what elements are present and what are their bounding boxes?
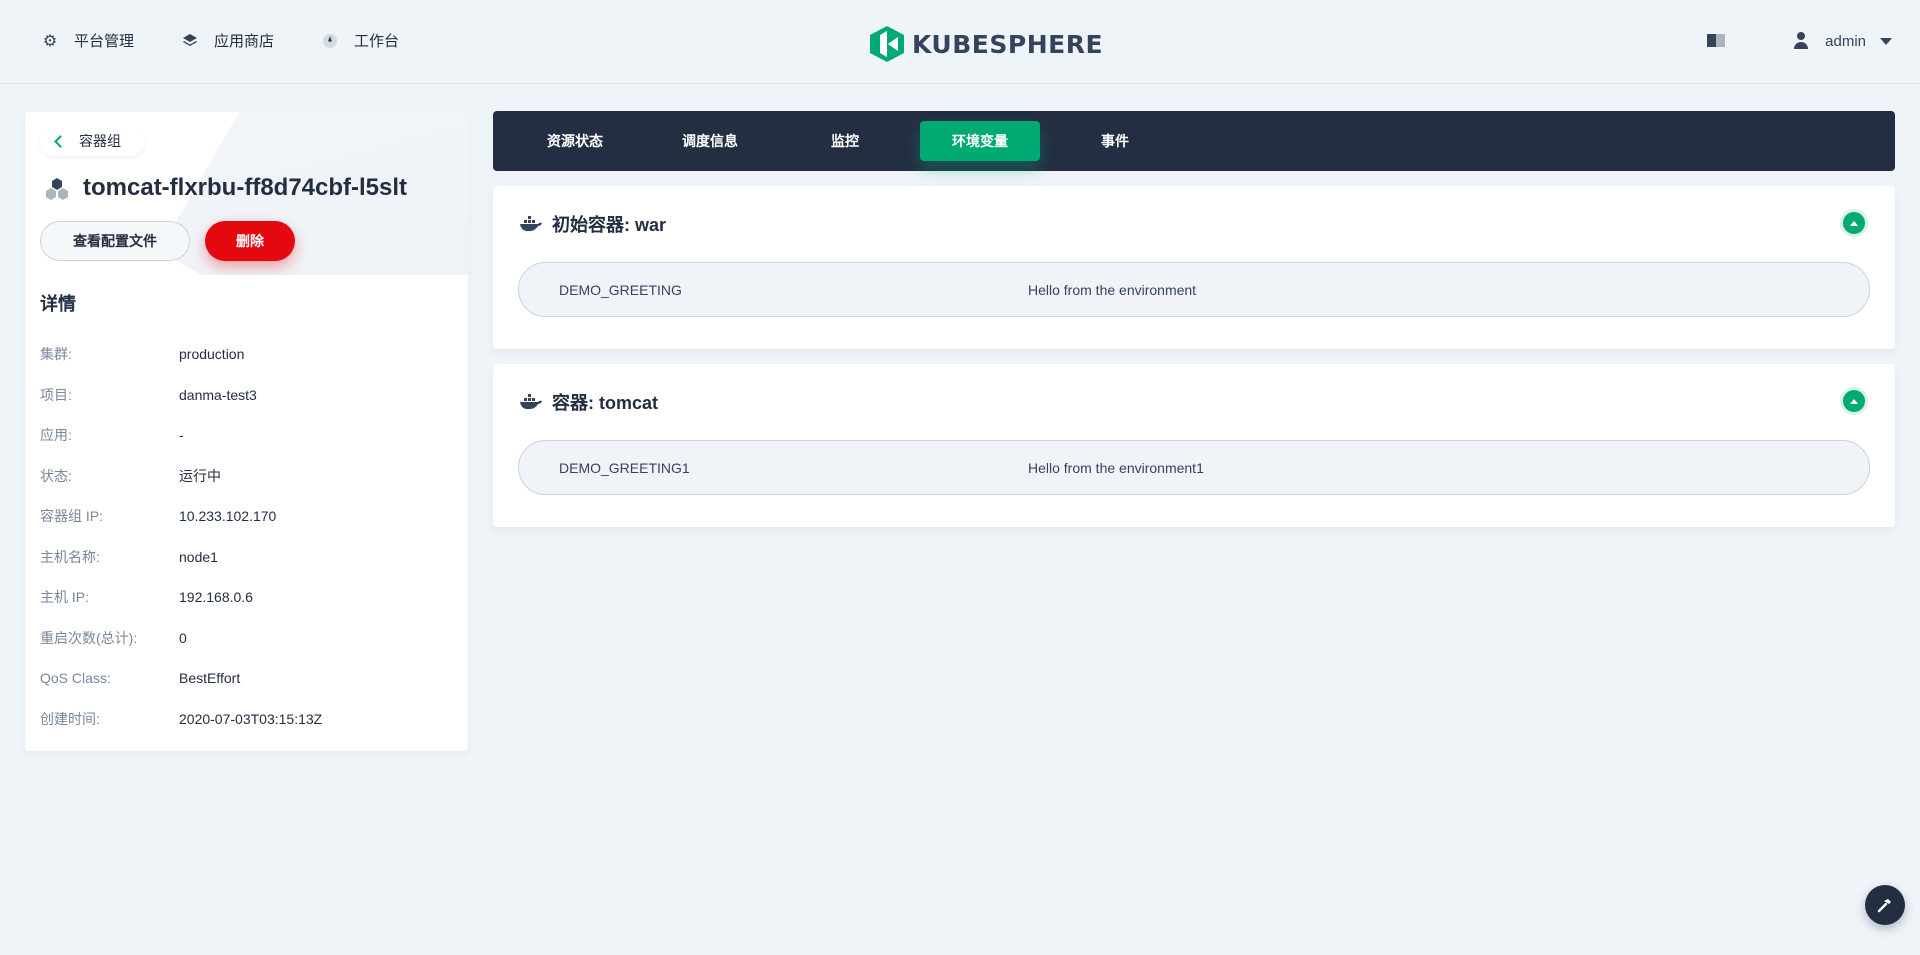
detail-row: 主机名称: node1 [40, 537, 460, 578]
chevron-up-icon [1850, 220, 1858, 226]
top-navigation-bar: ⚙ 平台管理 应用商店 工作台 KUBESPHERE admin [0, 0, 1920, 84]
nav-left: ⚙ 平台管理 应用商店 工作台 [40, 30, 445, 51]
kubesphere-logo[interactable]: KUBESPHERE [870, 26, 1103, 62]
tab-resource-status[interactable]: 资源状态 [515, 121, 635, 161]
kubesphere-logo-icon [870, 26, 904, 62]
docker-icon [520, 394, 542, 410]
back-button[interactable]: 容器组 [40, 126, 145, 156]
toolbox-button[interactable] [1865, 885, 1905, 925]
detail-value: production [179, 346, 245, 363]
collapse-button[interactable] [1843, 212, 1865, 234]
detail-key: 重启次数(总计): [40, 629, 138, 646]
detail-value: 2020-07-03T03:15:13Z [179, 710, 323, 727]
detail-row: 容器组 IP: 10.233.102.170 [40, 496, 460, 537]
view-config-button[interactable]: 查看配置文件 [40, 221, 190, 261]
detail-value: danma-test3 [179, 386, 257, 403]
detail-row: 重启次数(总计): 0 [40, 618, 460, 659]
pod-name: tomcat-flxrbu-ff8d74cbf-l5slt [83, 174, 408, 201]
env-name: DEMO_GREETING1 [559, 459, 690, 476]
pod-icon [46, 178, 68, 200]
panel-header: 初始容器: war [493, 186, 1895, 262]
detail-key: 容器组 IP: [40, 508, 104, 525]
pod-detail-header: 容器组 tomcat-flxrbu-ff8d74cbf-l5slt 查看配置文件… [25, 112, 468, 275]
detail-value: node1 [179, 548, 218, 565]
detail-row: 创建时间: 2020-07-03T03:15:13Z [40, 699, 460, 740]
detail-key: 主机 IP: [40, 589, 90, 606]
container-panel-init-war: 初始容器: war DEMO_GREETING Hello from the e… [493, 186, 1895, 349]
pod-actions: 查看配置文件 删除 [40, 221, 295, 261]
layers-icon [180, 31, 200, 51]
tab-environment-variables[interactable]: 环境变量 [920, 121, 1040, 161]
detail-value: - [179, 427, 184, 444]
env-variable-row: DEMO_GREETING Hello from the environment [518, 262, 1870, 317]
detail-row: 应用: - [40, 415, 460, 456]
nav-label: 平台管理 [74, 33, 135, 50]
details-title: 详情 [40, 294, 76, 314]
details-list: 集群: production 项目: danma-test3 应用: - 状态: 运行中… [40, 334, 460, 739]
compass-icon [320, 31, 340, 51]
chevron-left-icon [54, 134, 67, 148]
nav-label: 应用商店 [214, 33, 275, 50]
back-label: 容器组 [79, 133, 121, 149]
container-panel-tomcat: 容器: tomcat DEMO_GREETING1 Hello from the… [493, 364, 1895, 527]
user-menu[interactable]: admin [1793, 32, 1892, 50]
docker-icon [520, 216, 542, 232]
pod-detail-card: 容器组 tomcat-flxrbu-ff8d74cbf-l5slt 查看配置文件… [25, 112, 468, 751]
pod-title: tomcat-flxrbu-ff8d74cbf-l5slt [45, 174, 407, 202]
detail-row: 集群: production [40, 334, 460, 375]
gear-icon: ⚙ [42, 32, 58, 50]
nav-app-store[interactable]: 应用商店 [180, 30, 274, 51]
env-value: Hello from the environment1 [1028, 459, 1204, 476]
env-value: Hello from the environment [1028, 281, 1197, 298]
env-name: DEMO_GREETING [559, 281, 682, 298]
logo-text: KUBESPHERE [912, 29, 1104, 59]
detail-value: 运行中 [179, 467, 221, 484]
env-variable-row: DEMO_GREETING1 Hello from the environmen… [518, 440, 1870, 495]
nav-label: 工作台 [354, 33, 400, 50]
detail-value: 192.168.0.6 [179, 589, 253, 606]
tab-events[interactable]: 事件 [1055, 121, 1175, 161]
detail-value: BestEffort [179, 670, 241, 687]
detail-row: 主机 IP: 192.168.0.6 [40, 577, 460, 618]
delete-button[interactable]: 删除 [205, 221, 295, 261]
detail-row: 状态: 运行中 [40, 456, 460, 497]
detail-key: 状态: [40, 467, 72, 484]
detail-tabs: 资源状态 调度信息 监控 环境变量 事件 [493, 111, 1895, 171]
chevron-up-icon [1850, 398, 1858, 404]
detail-key: 集群: [40, 346, 72, 363]
detail-key: 主机名称: [40, 548, 100, 565]
detail-key: 应用: [40, 427, 72, 444]
detail-key: QoS Class: [40, 670, 111, 687]
tab-scheduling-info[interactable]: 调度信息 [650, 121, 770, 161]
container-title: 初始容器: war [552, 215, 667, 235]
detail-key: 创建时间: [40, 710, 100, 727]
collapse-button[interactable] [1843, 390, 1865, 412]
detail-value: 0 [179, 629, 187, 646]
chevron-down-icon [1880, 37, 1892, 45]
username: admin [1825, 32, 1866, 50]
container-title: 容器: tomcat [552, 393, 659, 413]
nav-workbench[interactable]: 工作台 [320, 30, 399, 51]
panel-header: 容器: tomcat [493, 364, 1895, 440]
tab-monitoring[interactable]: 监控 [785, 121, 905, 161]
user-icon [1793, 32, 1809, 50]
detail-key: 项目: [40, 386, 72, 403]
nav-right: admin [1707, 32, 1892, 50]
nav-platform-management[interactable]: ⚙ 平台管理 [40, 30, 134, 51]
detail-value: 10.233.102.170 [179, 508, 277, 525]
detail-row: 项目: danma-test3 [40, 375, 460, 416]
detail-row: QoS Class: BestEffort [40, 658, 460, 699]
docs-icon[interactable] [1707, 34, 1726, 48]
hammer-icon [1877, 899, 1891, 913]
